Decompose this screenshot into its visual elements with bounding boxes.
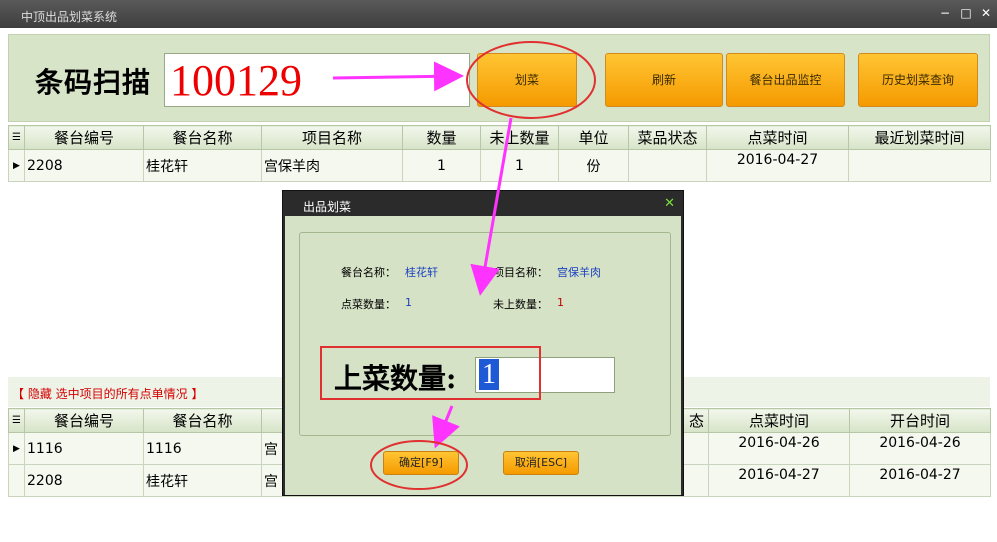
column-header[interactable]: 单位: [558, 125, 629, 150]
order-qty-label: 点菜数量：: [341, 298, 396, 311]
serve-qty-label: 上菜数量:: [334, 362, 457, 395]
column-header[interactable]: 最近划菜时间: [848, 125, 991, 150]
column-header[interactable]: 餐台编号: [24, 408, 144, 433]
window-title-bar: 中顶出品划菜系统 − □ ✕: [0, 0, 997, 28]
scan-label: 条码扫描: [35, 66, 152, 99]
cell-order-time: 2016-04-27: [708, 464, 850, 497]
pending-qty-label: 未上数量：: [493, 298, 548, 311]
cell-table-no: 2208: [24, 149, 144, 182]
serve-qty-value: 1: [479, 359, 499, 390]
row-pointer-cell: [8, 464, 25, 497]
pending-qty-value: 1: [557, 296, 564, 309]
table-row[interactable]: ▶ 2208 桂花轩 宫保羊肉 1 1 份 2016-04-27: [8, 149, 991, 182]
confirm-button[interactable]: 确定[F9]: [383, 451, 459, 475]
order-qty-value: 1: [405, 296, 412, 309]
cell-item: 宫保羊肉: [261, 149, 403, 182]
column-header[interactable]: 项目名称: [261, 125, 403, 150]
close-button[interactable]: ✕: [978, 5, 994, 21]
table-name-label: 餐台名称：: [341, 266, 396, 279]
cell-table-name: 桂花轩: [143, 464, 262, 497]
close-icon[interactable]: ✕: [664, 196, 675, 211]
minimize-button[interactable]: −: [937, 5, 953, 21]
dialog-title: 出品划菜: [303, 200, 352, 214]
cell-open-time: 2016-04-26: [849, 432, 991, 465]
hide-orders-toggle[interactable]: 【 隐藏 选中项目的所有点单情况 】: [12, 385, 203, 402]
item-name-value: 宫保羊肉: [557, 266, 601, 279]
cancel-button[interactable]: 取消[ESC]: [503, 451, 579, 475]
cell-order-time: 2016-04-26: [708, 432, 850, 465]
refresh-button[interactable]: 刷新: [605, 53, 723, 107]
table-name-value: 桂花轩: [405, 266, 438, 279]
cell-order-time: 2016-04-27: [706, 149, 849, 182]
list-icon[interactable]: ☰: [8, 125, 25, 150]
column-header[interactable]: 点菜时间: [706, 125, 849, 150]
cell-last-mark: [848, 149, 991, 182]
column-header[interactable]: 开台时间: [849, 408, 991, 433]
column-header[interactable]: 点菜时间: [708, 408, 850, 433]
column-header[interactable]: 餐台编号: [24, 125, 144, 150]
column-header[interactable]: 餐台名称: [143, 408, 262, 433]
column-header[interactable]: 菜品状态: [628, 125, 707, 150]
barcode-input[interactable]: 100129: [164, 53, 470, 107]
maximize-button[interactable]: □: [958, 5, 974, 21]
table-monitor-button[interactable]: 餐台出品监控: [726, 53, 845, 107]
cell-table-name: 桂花轩: [143, 149, 262, 182]
cell-open-time: 2016-04-27: [849, 464, 991, 497]
cell-pending: 1: [480, 149, 559, 182]
cell-table-name: 1116: [143, 432, 262, 465]
cell-table-no: 1116: [24, 432, 144, 465]
table-header-row: ☰ 餐台编号 餐台名称 项目名称 数量 未上数量 单位 菜品状态 点菜时间 最近…: [8, 125, 991, 150]
column-header[interactable]: 数量: [402, 125, 481, 150]
order-items-table: ☰ 餐台编号 餐台名称 项目名称 数量 未上数量 单位 菜品状态 点菜时间 最近…: [8, 125, 991, 182]
cell-qty: 1: [402, 149, 481, 182]
cell-unit: 份: [558, 149, 629, 182]
list-icon[interactable]: ☰: [8, 408, 25, 433]
row-pointer-icon: ▶: [8, 432, 25, 465]
column-header[interactable]: 未上数量: [480, 125, 559, 150]
item-name-label: 项目名称：: [493, 266, 548, 279]
serve-dialog: 出品划菜 ✕ 餐台名称： 桂花轩 项目名称： 宫保羊肉 点菜数量： 1 未上数量…: [282, 190, 684, 496]
scan-toolbar: 条码扫描 100129 划菜 刷新 餐台出品监控 历史划菜查询: [8, 34, 990, 122]
cell-table-no: 2208: [24, 464, 144, 497]
history-query-button[interactable]: 历史划菜查询: [858, 53, 978, 107]
dialog-body: 餐台名称： 桂花轩 项目名称： 宫保羊肉 点菜数量： 1 未上数量： 1: [285, 216, 681, 495]
serve-qty-input[interactable]: 1: [475, 357, 615, 393]
row-pointer-icon: ▶: [8, 149, 25, 182]
column-header[interactable]: 餐台名称: [143, 125, 262, 150]
dialog-info-panel: [299, 232, 671, 436]
mark-dish-button[interactable]: 划菜: [477, 53, 577, 107]
window-title: 中顶出品划菜系统: [21, 10, 118, 24]
cell-status: [628, 149, 707, 182]
